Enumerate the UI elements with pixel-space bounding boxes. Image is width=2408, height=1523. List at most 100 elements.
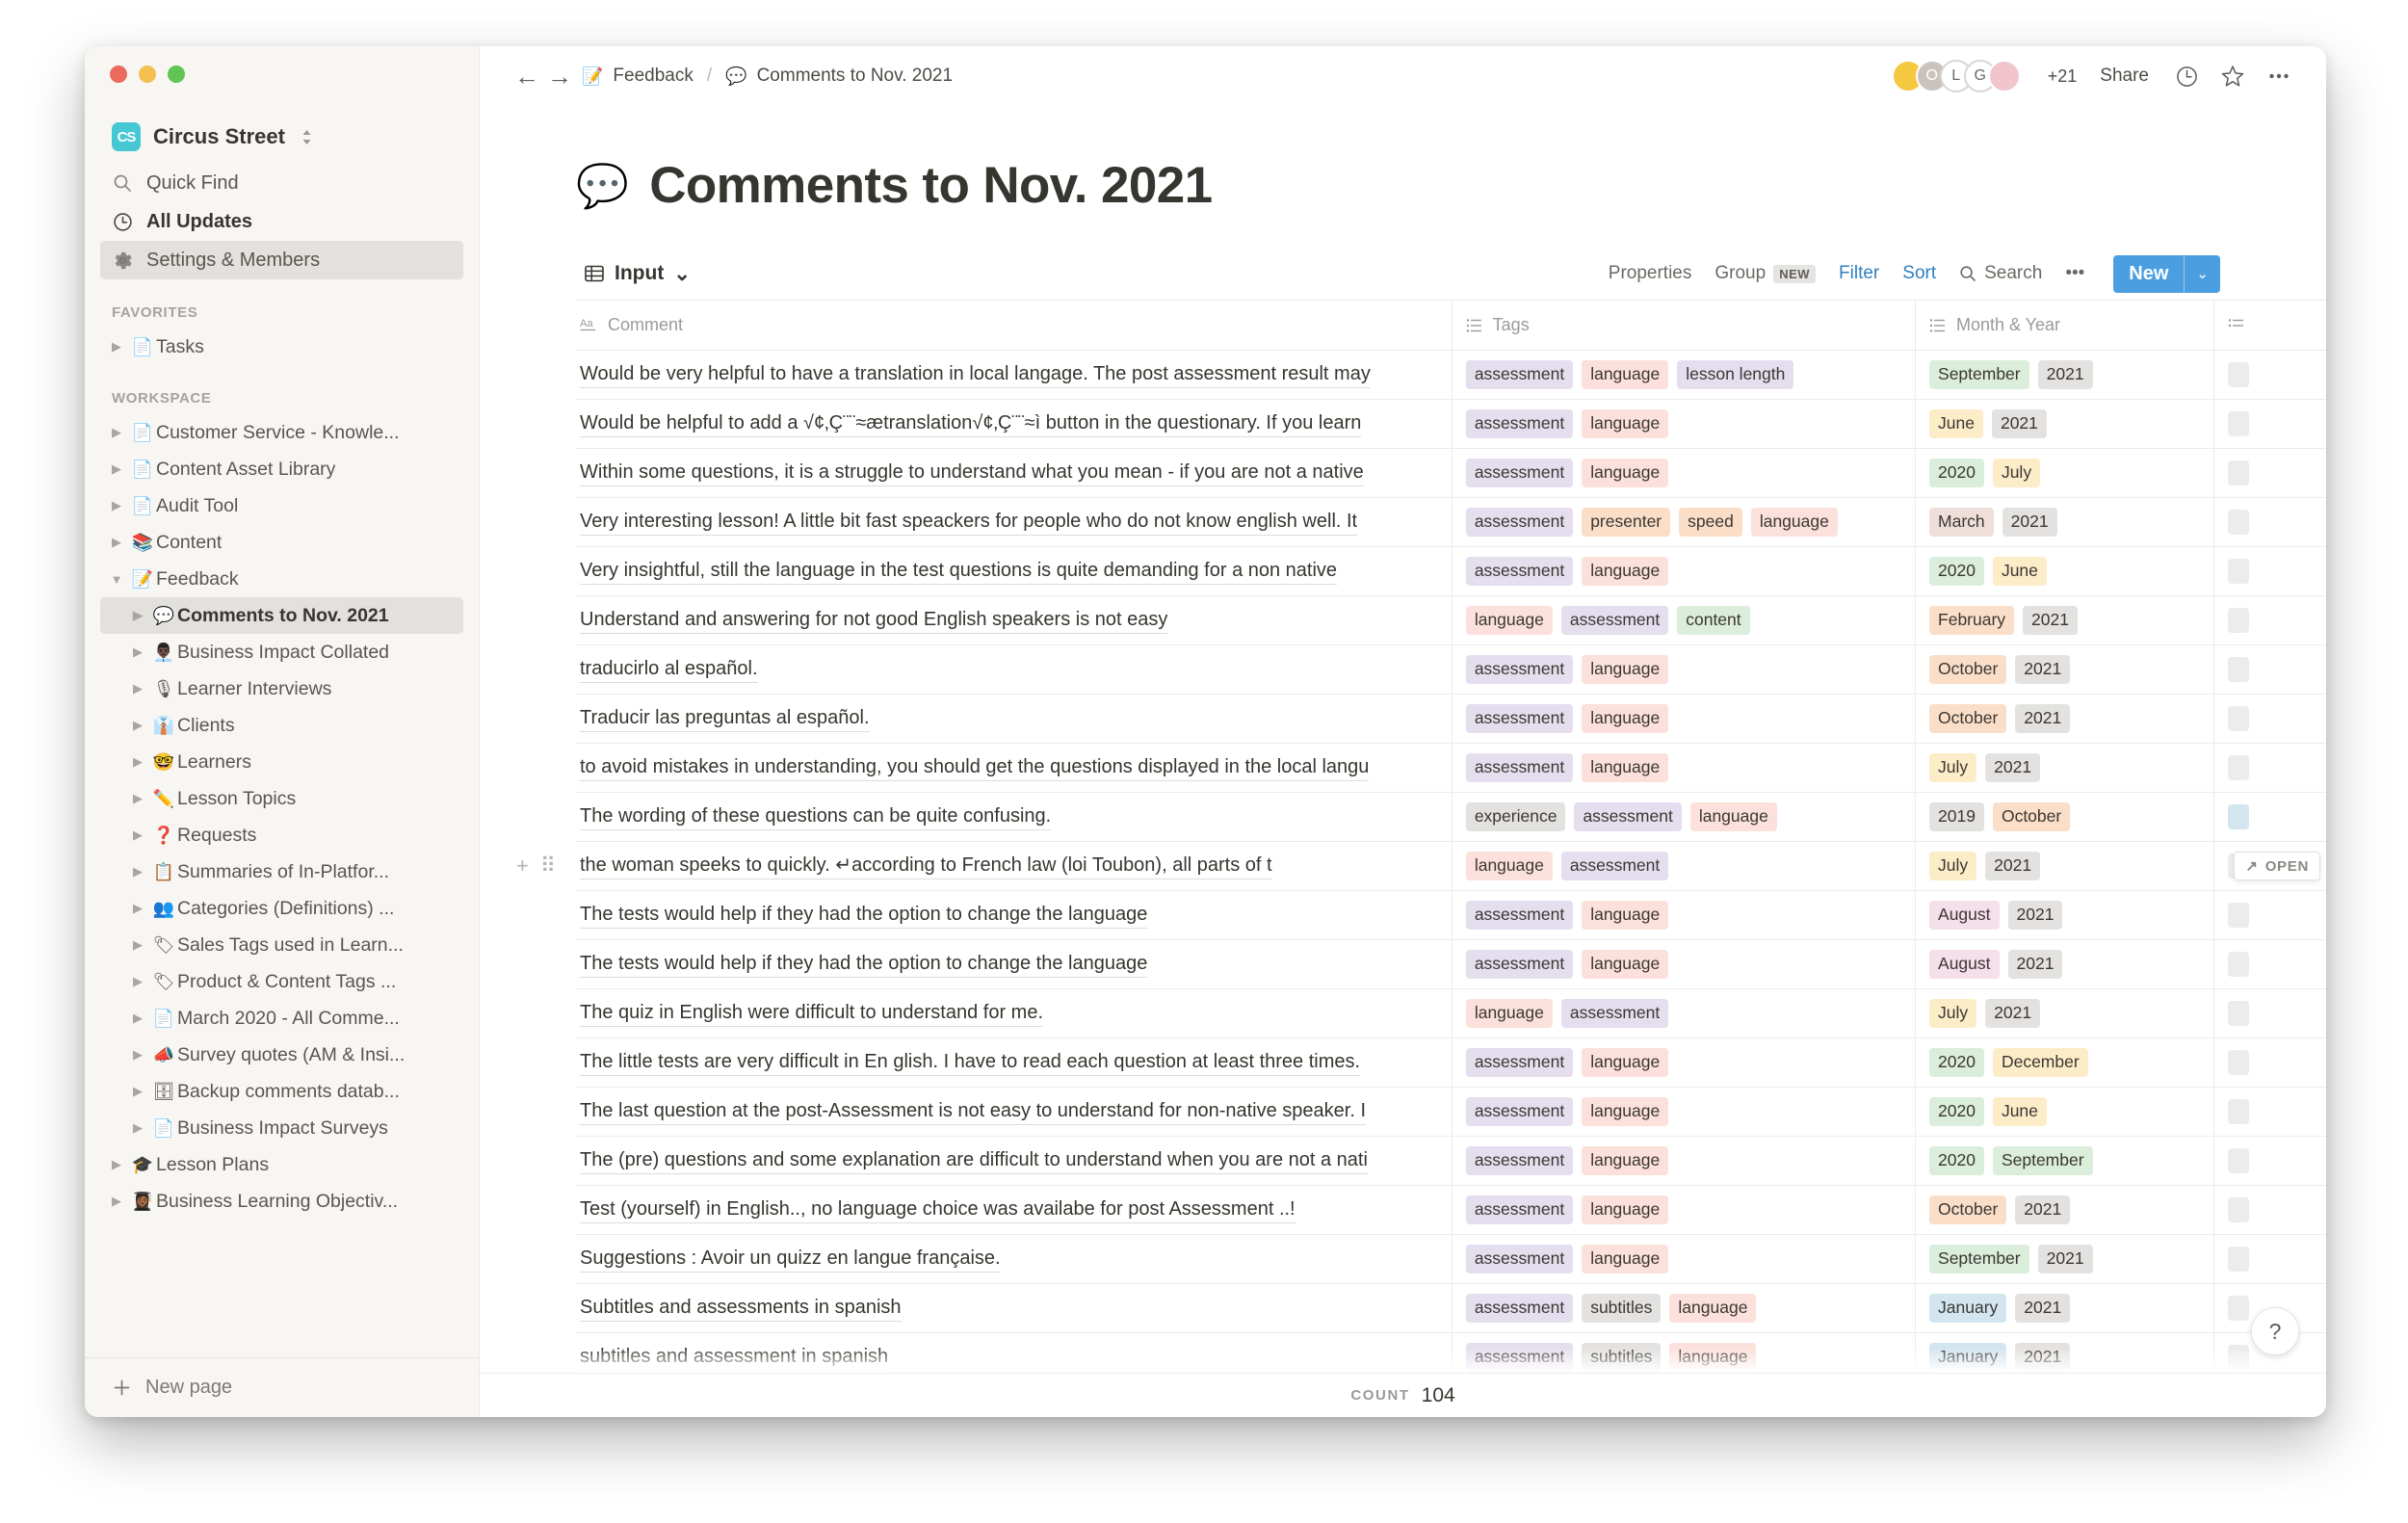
cell-tags[interactable]: assessment language bbox=[1453, 695, 1917, 743]
cell-tags[interactable]: assessment subtitles language bbox=[1453, 1284, 1917, 1332]
tag-pill[interactable]: assessment bbox=[1560, 852, 1669, 880]
search-button[interactable]: Search bbox=[1959, 263, 2042, 284]
disclosure-arrow-icon[interactable]: ▶ bbox=[125, 901, 150, 916]
table-row[interactable]: Within some questions, it is a struggle … bbox=[576, 449, 2326, 498]
disclosure-arrow-icon[interactable]: ▶ bbox=[104, 1157, 129, 1172]
table-row[interactable]: The tests would help if they had the opt… bbox=[576, 940, 2326, 989]
tag-pill[interactable]: language bbox=[1689, 802, 1777, 831]
cell-comment[interactable]: Suggestions : Avoir un quizz en langue f… bbox=[576, 1235, 1453, 1283]
tag-pill[interactable]: assessment bbox=[1560, 999, 1669, 1028]
sidebar-item-quick-find[interactable]: Quick Find bbox=[100, 164, 463, 202]
tag-pill[interactable]: language bbox=[1582, 753, 1669, 782]
clock-icon[interactable] bbox=[2172, 62, 2201, 91]
cell-comment[interactable]: Within some questions, it is a struggle … bbox=[576, 449, 1453, 497]
tag-pill[interactable] bbox=[2228, 755, 2250, 780]
cell-comment[interactable]: Subtitles and assessments in spanish bbox=[576, 1284, 1453, 1332]
tag-pill[interactable]: assessment bbox=[1465, 1195, 1574, 1224]
table-row[interactable]: Suggestions : Avoir un quizz en langue f… bbox=[576, 1235, 2326, 1284]
column-header-tags[interactable]: Tags bbox=[1453, 301, 1916, 350]
cell-comment[interactable]: The (pre) questions and some explanation… bbox=[576, 1137, 1453, 1185]
breadcrumb-item-current-page[interactable]: 💬 Comments to Nov. 2021 bbox=[720, 62, 958, 91]
tag-pill[interactable]: language bbox=[1582, 1097, 1669, 1126]
cell-tags[interactable]: assessment language bbox=[1453, 547, 1917, 595]
tag-pill[interactable]: September bbox=[1929, 1245, 2029, 1274]
tag-pill[interactable]: July bbox=[1929, 852, 1977, 880]
tag-pill[interactable]: lesson length bbox=[1677, 360, 1794, 389]
tag-pill[interactable]: February bbox=[1929, 606, 2015, 635]
tag-pill[interactable]: June bbox=[1929, 409, 1983, 438]
tag-pill[interactable]: experience bbox=[1465, 802, 1566, 831]
cell-month-year[interactable]: January 2021 bbox=[1916, 1284, 2215, 1332]
tag-pill[interactable]: July bbox=[1929, 999, 1977, 1028]
sidebar-item-learners[interactable]: ▶ 🤓 Learners bbox=[100, 744, 463, 780]
tag-pill[interactable] bbox=[2228, 952, 2250, 977]
tag-pill[interactable]: language bbox=[1582, 1195, 1669, 1224]
disclosure-arrow-icon[interactable]: ▶ bbox=[125, 974, 150, 989]
close-window-button[interactable] bbox=[110, 66, 127, 83]
disclosure-arrow-icon[interactable]: ▶ bbox=[125, 1084, 150, 1099]
tag-pill[interactable]: 2021 bbox=[1985, 852, 2041, 880]
table-row[interactable]: traducirlo al español. assessment language… bbox=[576, 645, 2326, 695]
tag-pill[interactable]: January bbox=[1929, 1343, 2007, 1372]
table-row[interactable]: The (pre) questions and some explanation… bbox=[576, 1137, 2326, 1186]
cell-month-year[interactable]: 2019 October bbox=[1916, 793, 2215, 841]
tag-pill[interactable]: assessment bbox=[1465, 901, 1574, 930]
cell-extra[interactable] bbox=[2214, 940, 2326, 988]
sidebar-item-content[interactable]: ▶ 📚 Content bbox=[100, 524, 463, 561]
cell-extra[interactable] bbox=[2214, 1137, 2326, 1185]
table-row[interactable]: + ⠿ the woman speeks to quickly. ↵accordin… bbox=[516, 842, 2326, 891]
sidebar-item-lesson-plans[interactable]: ▶ 🎓 Lesson Plans bbox=[100, 1146, 463, 1183]
cell-month-year[interactable]: 2020 June bbox=[1916, 547, 2215, 595]
add-row-icon[interactable]: + bbox=[516, 853, 529, 879]
tag-pill[interactable]: subtitles bbox=[1582, 1294, 1662, 1323]
sidebar-item-backup-comments-datab[interactable]: ▶ 🗄 Backup comments datab... bbox=[100, 1073, 463, 1110]
cell-comment[interactable]: Traducir las preguntas al español. bbox=[576, 695, 1453, 743]
tag-pill[interactable]: 2021 bbox=[2015, 655, 2071, 684]
cell-month-year[interactable]: August 2021 bbox=[1916, 940, 2215, 988]
tag-pill[interactable]: language bbox=[1582, 901, 1669, 930]
tag-pill[interactable]: 2021 bbox=[2007, 950, 2063, 979]
cell-month-year[interactable]: June 2021 bbox=[1916, 400, 2215, 448]
table-row[interactable]: Understand and answering for not good En… bbox=[576, 596, 2326, 645]
tag-pill[interactable]: language bbox=[1582, 655, 1669, 684]
cell-month-year[interactable]: July 2021 bbox=[1916, 842, 2215, 890]
page-icon[interactable]: 💬 bbox=[576, 161, 629, 211]
tag-pill[interactable]: assessment bbox=[1465, 409, 1574, 438]
cell-comment[interactable]: Test (yourself) in English.., no languag… bbox=[576, 1186, 1453, 1234]
cell-comment[interactable]: Would be very helpful to have a translat… bbox=[576, 351, 1453, 399]
tag-pill[interactable]: October bbox=[1992, 802, 2071, 831]
tag-pill[interactable]: assessment bbox=[1465, 557, 1574, 586]
cell-comment[interactable]: Very insightful, still the language in t… bbox=[576, 547, 1453, 595]
tag-pill[interactable]: 2020 bbox=[1929, 1097, 1984, 1126]
tag-pill[interactable]: assessment bbox=[1465, 1146, 1574, 1175]
tag-pill[interactable]: presenter bbox=[1582, 508, 1671, 537]
cell-comment[interactable]: traducirlo al español. bbox=[576, 645, 1453, 694]
cell-extra[interactable] bbox=[2214, 891, 2326, 939]
tag-pill[interactable]: 2021 bbox=[1991, 409, 2047, 438]
tag-pill[interactable]: July bbox=[1929, 753, 1977, 782]
cell-tags[interactable]: assessment language lesson length bbox=[1453, 351, 1917, 399]
column-header-comment[interactable]: Aa Comment bbox=[576, 301, 1453, 350]
tag-pill[interactable] bbox=[2228, 608, 2250, 633]
cell-extra[interactable] bbox=[2214, 400, 2326, 448]
tag-pill[interactable]: June bbox=[1992, 557, 2047, 586]
sidebar-item-requests[interactable]: ▶ ❓ Requests bbox=[100, 817, 463, 853]
sidebar-item-lesson-topics[interactable]: ▶ ✏️ Lesson Topics bbox=[100, 780, 463, 817]
cell-tags[interactable]: assessment language bbox=[1453, 1088, 1917, 1136]
sidebar-item-tasks[interactable]: ▶ 📄 Tasks bbox=[100, 328, 463, 365]
disclosure-arrow-icon[interactable]: ▶ bbox=[125, 937, 150, 953]
new-record-button[interactable]: New ⌄ bbox=[2113, 254, 2220, 293]
tag-pill[interactable]: January bbox=[1929, 1294, 2007, 1323]
tag-pill[interactable]: 2021 bbox=[2037, 360, 2093, 389]
cell-month-year[interactable]: February 2021 bbox=[1916, 596, 2215, 644]
filter-button[interactable]: Filter bbox=[1839, 263, 1879, 284]
cell-extra[interactable] bbox=[2214, 744, 2326, 792]
cell-tags[interactable]: assessment language bbox=[1453, 940, 1917, 988]
sidebar-item-customer-service-knowle[interactable]: ▶ 📄 Customer Service - Knowle... bbox=[100, 414, 463, 451]
cell-extra[interactable] bbox=[2214, 645, 2326, 694]
tag-pill[interactable] bbox=[2228, 510, 2250, 535]
table-row[interactable]: The last question at the post-Assessment… bbox=[576, 1088, 2326, 1137]
cell-comment[interactable]: The little tests are very difficult in E… bbox=[576, 1038, 1453, 1087]
tag-pill[interactable]: assessment bbox=[1465, 1048, 1574, 1077]
tag-pill[interactable]: September bbox=[1992, 1146, 2093, 1175]
